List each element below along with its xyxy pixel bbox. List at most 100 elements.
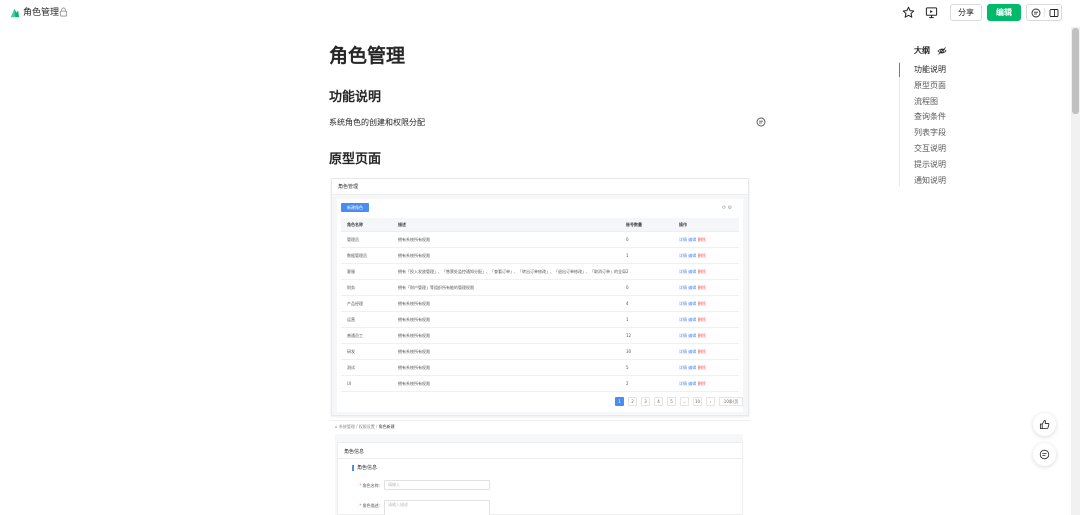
- role-desc-cell: 拥有系统所有权限: [398, 253, 430, 258]
- actions-cell: 详情 编辑 删除: [679, 344, 735, 360]
- breadcrumb-item: 系统管理: [338, 424, 355, 429]
- delete-link: 删除: [697, 237, 706, 242]
- add-comment-icon[interactable]: [756, 117, 766, 127]
- section-heading-function: 功能说明: [329, 90, 382, 105]
- delete-link: 删除: [697, 365, 706, 370]
- role-name-cell: 运营: [347, 317, 355, 322]
- outline-item[interactable]: 提示说明: [914, 159, 946, 171]
- edit-link: 编辑: [688, 285, 697, 290]
- thumbs-up-icon: [1039, 419, 1050, 430]
- section-heading-prototype: 原型页面: [329, 152, 382, 167]
- scrollbar-thumb[interactable]: [1072, 28, 1079, 114]
- sidebar-toggle-icon[interactable]: [1049, 8, 1059, 18]
- edit-button[interactable]: 编辑: [987, 4, 1021, 21]
- breadcrumb-current: 角色新建: [378, 424, 395, 429]
- role-desc-cell: 拥有「财户管理」等组织所有能的管理权限: [398, 285, 474, 290]
- role-name-cell: 管理员: [347, 237, 359, 242]
- prototype-list-image[interactable]: 角色管理 新建角色 ⟳ ⚙ 角色名称 描述 账号数量 操作 管理员 拥有系统所有权…: [331, 178, 749, 416]
- table-row: 普通员工 拥有系统所有权限 12 详情 编辑 删除: [341, 328, 739, 344]
- like-button[interactable]: [1033, 413, 1056, 436]
- new-role-button: 新建角色: [341, 203, 369, 212]
- view-options-group: [1026, 4, 1062, 21]
- page-number: 5: [667, 397, 676, 406]
- field-label: * 角色描述:: [359, 503, 380, 508]
- column-header: 操作: [679, 222, 687, 227]
- comment-button[interactable]: [1033, 443, 1056, 466]
- edit-link: 编辑: [688, 365, 697, 370]
- comments-icon[interactable]: [1031, 8, 1041, 18]
- role-desc-cell: 拥有系统所有权限: [398, 317, 430, 322]
- form-section-title: 角色信息: [352, 465, 377, 471]
- delete-link: 删除: [697, 269, 706, 274]
- lock-icon[interactable]: [59, 7, 68, 17]
- comment-icon: [1039, 449, 1050, 460]
- edit-link: 编辑: [688, 317, 697, 322]
- role-desc-cell: 拥有系统所有权限: [398, 237, 430, 242]
- prototype-form-image[interactable]: 角色信息 角色信息 * 角色名称: 请输入 * 角色描述: 请输入描述: [335, 434, 743, 515]
- edit-link: 编辑: [688, 349, 697, 354]
- outline-item[interactable]: 通知说明: [914, 175, 946, 187]
- hide-outline-icon[interactable]: [937, 46, 947, 56]
- view-link: 详情: [679, 285, 687, 290]
- outline-title: 大纲: [914, 46, 930, 55]
- page-number: 4: [654, 397, 663, 406]
- account-count-cell: 12: [626, 333, 632, 338]
- outline-item[interactable]: 查询条件: [914, 111, 946, 123]
- actions-cell: 详情 编辑 删除: [679, 312, 735, 328]
- refresh-settings-icon: ⟳ ⚙: [722, 205, 733, 211]
- role-desc-cell: 拥有系统所有权限: [398, 381, 430, 386]
- divider: [1044, 8, 1045, 17]
- role-name-cell: UI: [347, 381, 352, 386]
- share-button[interactable]: 分享: [950, 4, 982, 21]
- outline-item[interactable]: 功能说明: [914, 64, 946, 76]
- role-desc-cell: 拥有「投入发放管理」、「售票处监控通知分配」、「查看订单」、「转出订单修改」、「…: [398, 269, 626, 274]
- delete-link: 删除: [697, 333, 706, 338]
- field-label: * 角色名称:: [359, 483, 380, 488]
- account-count-cell: 1: [626, 317, 629, 322]
- page-size-select: 10条/页: [719, 397, 743, 406]
- view-link: 详情: [679, 269, 687, 274]
- doc-logo-icon: [10, 8, 20, 18]
- edit-link: 编辑: [688, 381, 697, 386]
- account-count-cell: 0: [626, 285, 629, 290]
- actions-cell: 详情 编辑 删除: [679, 360, 735, 376]
- presentation-icon[interactable]: [925, 6, 938, 19]
- column-header: 账号数量: [626, 222, 642, 227]
- role-table: 角色名称 描述 账号数量 操作 管理员 拥有系统所有权限 0 详情 编辑 删除 数据管理…: [341, 218, 739, 392]
- edit-link: 编辑: [688, 237, 697, 242]
- table-body: 管理员 拥有系统所有权限 0 详情 编辑 删除 数据管理员 拥有系统所有权限 1 详情 编辑 …: [341, 232, 739, 392]
- page-title: 角色管理: [329, 45, 406, 67]
- view-link: 详情: [679, 253, 687, 258]
- page-number: 2: [628, 397, 637, 406]
- actions-cell: 详情 编辑 删除: [679, 376, 735, 392]
- view-link: 详情: [679, 365, 687, 370]
- outline-item[interactable]: 列表字段: [914, 127, 946, 139]
- outline-item[interactable]: 交互说明: [914, 143, 946, 155]
- role-name-input: 请输入: [384, 480, 490, 490]
- doc-title[interactable]: 角色管理: [23, 6, 59, 20]
- table-row: UI 拥有系统所有权限 2 详情 编辑 删除: [341, 376, 739, 392]
- outline-item[interactable]: 流程图: [914, 96, 938, 108]
- account-count-cell: 4: [626, 301, 629, 306]
- actions-cell: 详情 编辑 删除: [679, 248, 735, 264]
- table-row: 测试 拥有系统所有权限 5 详情 编辑 删除: [341, 360, 739, 376]
- top-bar: 角色管理 分享 编辑: [0, 0, 1080, 27]
- section-paragraph: 系统角色的创建和权限分配: [329, 118, 425, 127]
- role-desc-input: 请输入描述: [384, 500, 490, 515]
- form-card: 角色信息 角色信息 * 角色名称: 请输入 * 角色描述: 请输入描述: [337, 442, 743, 515]
- page-number: 1: [615, 397, 624, 406]
- view-link: 详情: [679, 349, 687, 354]
- role-name-cell: 普通员工: [347, 333, 363, 338]
- role-desc-cell: 拥有系统所有权限: [398, 365, 430, 370]
- page-number: ...: [680, 397, 689, 406]
- page-number: 10: [693, 397, 702, 406]
- table-row: 管理员 拥有系统所有权限 0 详情 编辑 删除: [341, 232, 739, 248]
- edit-link: 编辑: [688, 333, 697, 338]
- actions-cell: 详情 编辑 删除: [679, 264, 735, 280]
- role-name-cell: 客服: [347, 269, 355, 274]
- table-row: 客服 拥有「投入发放管理」、「售票处监控通知分配」、「查看订单」、「转出订单修改」…: [341, 264, 739, 280]
- outline-item[interactable]: 原型页面: [914, 80, 946, 92]
- outline-track: [899, 62, 900, 186]
- delete-link: 删除: [697, 285, 706, 290]
- star-icon[interactable]: [902, 6, 915, 19]
